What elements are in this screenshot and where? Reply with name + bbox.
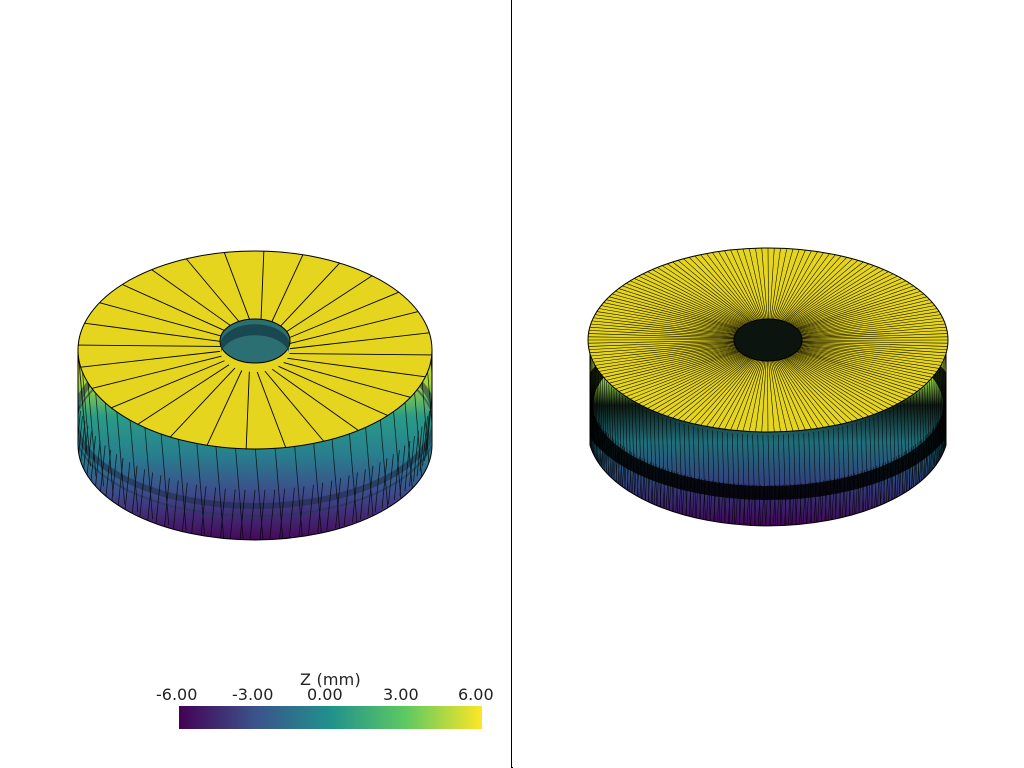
mesh-edge	[585, 396, 588, 451]
mesh-edge	[585, 390, 588, 445]
colorbar-tick: -3.00	[232, 685, 274, 704]
mesh-edge	[947, 348, 950, 453]
mesh-edge	[586, 398, 589, 453]
coarse-mesh-disk	[77, 250, 433, 541]
mesh-edge	[590, 403, 591, 459]
mesh-edge	[78, 394, 79, 446]
render-viewport-right[interactable]	[512, 0, 1023, 767]
mesh-edge	[585, 392, 588, 447]
colorbar-tick: 0.00	[307, 685, 343, 704]
render-viewport-left[interactable]: Z (mm) -6.00 -3.00 0.00 3.00 6.00	[0, 0, 512, 767]
mesh-edge	[948, 343, 951, 448]
mesh-edge	[948, 340, 951, 445]
colorbar-tick: -6.00	[156, 685, 198, 704]
colorbar-tick: 3.00	[383, 685, 419, 704]
mesh-edge	[945, 353, 946, 459]
mesh-edge	[947, 351, 950, 456]
mesh-edge	[586, 400, 589, 455]
fine-mesh-disk	[585, 247, 951, 527]
mesh-edge	[585, 394, 588, 449]
mesh-edge	[586, 402, 589, 457]
colorbar	[179, 706, 482, 729]
mesh-edge	[948, 345, 951, 450]
center-hole	[733, 318, 803, 362]
colorbar-tick: 6.00	[458, 685, 494, 704]
mesh-edge	[431, 350, 432, 446]
